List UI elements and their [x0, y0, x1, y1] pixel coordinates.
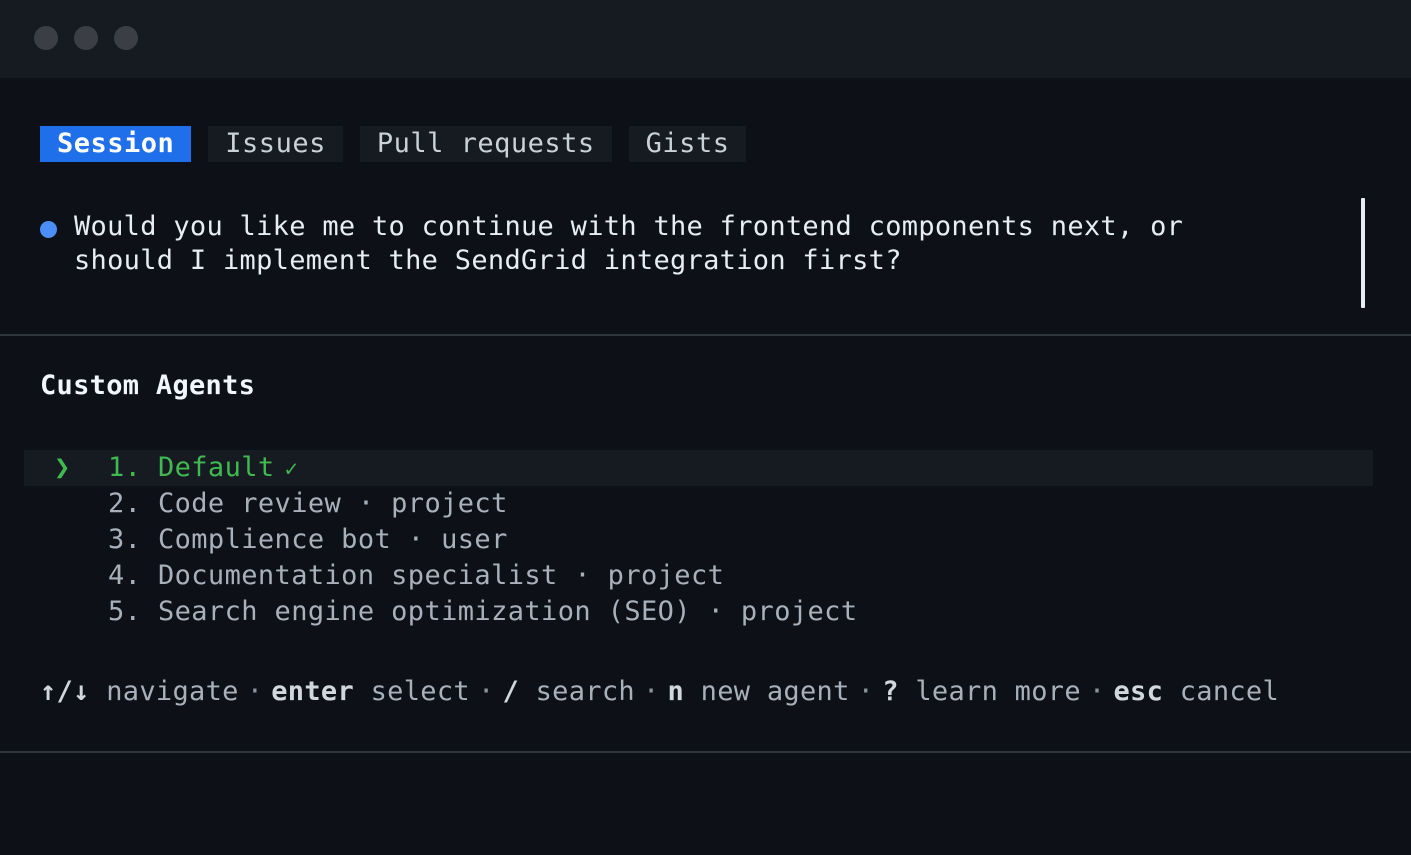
agent-item-documentation-specialist[interactable]: 4. Documentation specialist · project: [24, 558, 1373, 594]
help-label-search: search: [535, 676, 635, 707]
message-text: Would you like me to continue with the f…: [74, 211, 1184, 276]
help-key-new: n: [667, 676, 685, 707]
agent-item-label: 3. Complience bot · user: [108, 524, 508, 555]
scrollbar[interactable]: [1361, 198, 1365, 308]
help-key-search: /: [502, 676, 520, 707]
title-bar: [0, 0, 1411, 78]
keyboard-help-bar: ↑/↓ navigate · enter select · / search · n new…: [40, 674, 1279, 710]
agent-item-default[interactable]: ❯ 1. Default ✓: [24, 450, 1373, 486]
tab-bar: Session Issues Pull requests Gists: [40, 126, 763, 162]
divider: [0, 334, 1411, 336]
agent-item-code-review[interactable]: 2. Code review · project: [24, 486, 1373, 522]
agent-item-label: 5. Search engine optimization (SEO) · pr…: [108, 596, 858, 627]
separator: ·: [477, 676, 495, 707]
agent-item-label: 2. Code review · project: [108, 488, 508, 519]
help-label-cancel: cancel: [1179, 676, 1280, 707]
separator: ·: [246, 676, 264, 707]
selection-caret-icon: ❯: [54, 452, 71, 483]
agent-item-label: 4. Documentation specialist · project: [108, 560, 725, 591]
agent-item-complience-bot[interactable]: 3. Complience bot · user: [24, 522, 1373, 558]
agent-item-label: 1. Default: [108, 452, 275, 483]
minimize-window-button[interactable]: [74, 26, 98, 50]
help-key-esc: esc: [1113, 676, 1164, 707]
help-key-learn: ?: [882, 676, 899, 707]
tab-session[interactable]: Session: [40, 126, 192, 162]
terminal-window: Session Issues Pull requests Gists Would…: [0, 0, 1411, 855]
tab-gists[interactable]: Gists: [628, 126, 747, 162]
help-label-learn-more: learn more: [915, 676, 1081, 707]
separator: ·: [1088, 676, 1106, 707]
arrow-keys-icon: ↑/↓: [40, 676, 90, 707]
help-label-new-agent: new agent: [700, 676, 850, 707]
check-icon: ✓: [284, 457, 299, 482]
help-key-enter: enter: [271, 676, 355, 707]
help-label-select: select: [370, 676, 470, 707]
agent-list: ❯ 1. Default ✓ 2. Code review · project 3…: [24, 450, 1373, 630]
message-bullet-icon: [40, 221, 57, 238]
maximize-window-button[interactable]: [114, 26, 138, 50]
agent-item-seo[interactable]: 5. Search engine optimization (SEO) · pr…: [24, 594, 1373, 630]
separator: ·: [642, 676, 660, 707]
help-label-navigate: navigate: [106, 676, 239, 707]
separator: ·: [857, 676, 875, 707]
divider: [0, 751, 1411, 753]
tab-pull-requests[interactable]: Pull requests: [359, 126, 612, 162]
close-window-button[interactable]: [34, 26, 58, 50]
section-title: Custom Agents: [40, 370, 256, 401]
tab-issues[interactable]: Issues: [208, 126, 343, 162]
